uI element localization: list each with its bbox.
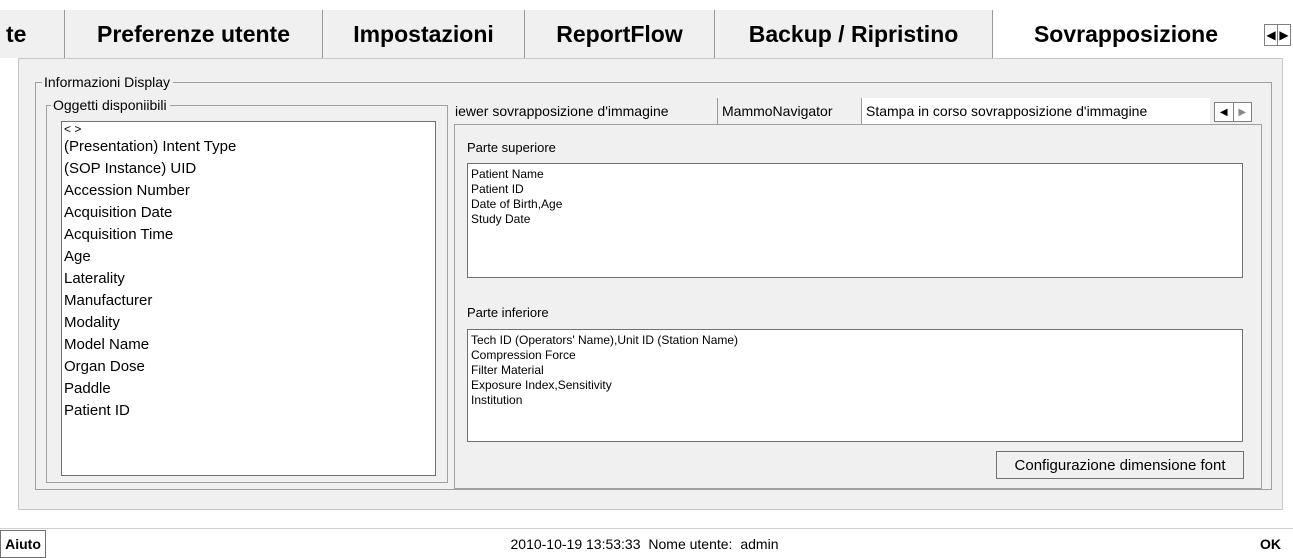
bottom-section-label: Parte inferiore <box>467 305 549 320</box>
list-item[interactable]: Modality <box>62 312 435 334</box>
tab-backup-ripristino[interactable]: Backup / Ripristino <box>715 10 993 58</box>
list-item[interactable]: Patient ID <box>62 400 435 422</box>
display-info-legend: Informazioni Display <box>42 74 174 90</box>
font-size-config-button[interactable]: Configurazione dimensione font <box>996 451 1244 479</box>
overlay-line: Exposure Index,Sensitivity <box>471 378 612 392</box>
list-item[interactable]: < > <box>62 122 435 136</box>
list-item[interactable]: Accession Number <box>62 180 435 202</box>
overlay-line: Institution <box>471 393 523 407</box>
ok-button[interactable]: OK <box>1248 530 1293 558</box>
tab-preferenze-utente[interactable]: Preferenze utente <box>65 10 323 58</box>
top-section-field[interactable]: Patient Name Patient ID Date of Birth,Ag… <box>467 163 1243 278</box>
status-info: 2010-10-19 13:53:33 Nome utente: admin <box>0 536 1293 552</box>
overlay-line: Compression Force <box>471 348 576 362</box>
list-item[interactable]: (SOP Instance) UID <box>62 158 435 180</box>
print-overlay-panel: Parte superiore Patient Name Patient ID … <box>454 124 1262 489</box>
available-objects-legend: Oggetti disponiibili <box>51 97 170 113</box>
list-item[interactable]: Age <box>62 246 435 268</box>
scroll-left-icon[interactable]: ◀ <box>1265 25 1277 45</box>
status-datetime: 2010-10-19 13:53:33 <box>510 536 641 552</box>
tab-mammonavigator[interactable]: MammoNavigator <box>718 98 862 124</box>
inner-tab-scroll-buttons: ◀ ▶ <box>1214 102 1252 122</box>
overlay-line: Study Date <box>471 212 531 226</box>
list-item[interactable]: Acquisition Date <box>62 202 435 224</box>
overlay-line: Patient ID <box>471 182 524 196</box>
scroll-right-icon[interactable]: ▶ <box>1277 25 1290 45</box>
display-info-group: Informazioni Display Oggetti disponiibil… <box>35 74 1272 490</box>
status-bar: Aiuto 2010-10-19 13:53:33 Nome utente: a… <box>0 528 1293 558</box>
overlay-line: Filter Material <box>471 363 544 377</box>
tab-impostazioni[interactable]: Impostazioni <box>323 10 525 58</box>
tab-preferenze-partial[interactable]: te <box>0 10 65 58</box>
bottom-section-field[interactable]: Tech ID (Operators' Name),Unit ID (Stati… <box>467 329 1243 442</box>
list-item[interactable]: Paddle <box>62 378 435 400</box>
list-item[interactable]: Organ Dose <box>62 356 435 378</box>
list-item[interactable]: Manufacturer <box>62 290 435 312</box>
overlay-line: Patient Name <box>471 167 544 181</box>
main-tab-bar: te Preferenze utente Impostazioni Report… <box>0 10 1293 58</box>
scroll-right-icon[interactable]: ▶ <box>1232 103 1252 121</box>
overlay-settings-panel: Informazioni Display Oggetti disponiibil… <box>18 58 1283 510</box>
tab-scroll-buttons: ◀ ▶ <box>1264 24 1291 46</box>
tab-reportflow[interactable]: ReportFlow <box>525 10 715 58</box>
tab-sovrapposizione[interactable]: Sovrapposizione <box>993 10 1259 58</box>
overlay-tab-bar: iewer sovrapposizione d'immagine MammoNa… <box>454 98 1262 124</box>
tab-print-overlay[interactable]: Stampa in corso sovrapposizione d'immagi… <box>862 98 1210 124</box>
list-item[interactable]: (Presentation) Intent Type <box>62 136 435 158</box>
tab-viewer-overlay[interactable]: iewer sovrapposizione d'immagine <box>454 98 718 124</box>
scroll-left-icon[interactable]: ◀ <box>1215 103 1233 121</box>
overlay-line: Tech ID (Operators' Name),Unit ID (Stati… <box>471 333 739 347</box>
status-user-label: Nome utente: <box>648 536 733 552</box>
available-objects-group: Oggetti disponiibili < > (Presentation) … <box>46 97 448 483</box>
list-item[interactable]: Acquisition Time <box>62 224 435 246</box>
list-item[interactable]: Laterality <box>62 268 435 290</box>
overlay-line: Date of Birth,Age <box>471 197 563 211</box>
status-user: admin <box>740 536 779 552</box>
available-objects-list[interactable]: < > (Presentation) Intent Type (SOP Inst… <box>61 121 436 476</box>
list-item[interactable]: Model Name <box>62 334 435 356</box>
top-section-label: Parte superiore <box>467 140 556 155</box>
